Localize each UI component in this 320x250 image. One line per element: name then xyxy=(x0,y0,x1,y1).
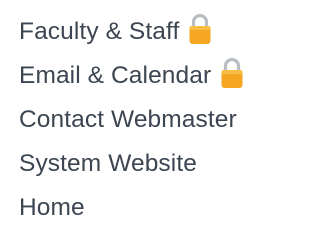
faculty-staff-link[interactable]: Faculty & Staff xyxy=(19,13,213,47)
lock-icon xyxy=(187,12,213,46)
system-website-link[interactable]: System Website xyxy=(19,149,197,179)
email-calendar-label: Email & Calendar xyxy=(19,62,212,89)
list-item-contact-webmaster: Contact Webmaster xyxy=(19,105,245,149)
contact-webmaster-label: Contact Webmaster xyxy=(19,106,237,133)
list-item-system-website: System Website xyxy=(19,149,245,193)
system-website-label: System Website xyxy=(19,150,197,177)
footer-link-list: Faculty & Staff Email & Calendar Contact… xyxy=(19,13,245,237)
lock-icon xyxy=(219,56,245,90)
home-link[interactable]: Home xyxy=(19,193,85,223)
contact-webmaster-link[interactable]: Contact Webmaster xyxy=(19,105,237,135)
email-calendar-link[interactable]: Email & Calendar xyxy=(19,57,245,91)
home-label: Home xyxy=(19,194,85,221)
list-item-home: Home xyxy=(19,193,245,237)
faculty-staff-label: Faculty & Staff xyxy=(19,18,180,45)
list-item-email-calendar: Email & Calendar xyxy=(19,57,245,105)
list-item-faculty-staff: Faculty & Staff xyxy=(19,13,245,61)
